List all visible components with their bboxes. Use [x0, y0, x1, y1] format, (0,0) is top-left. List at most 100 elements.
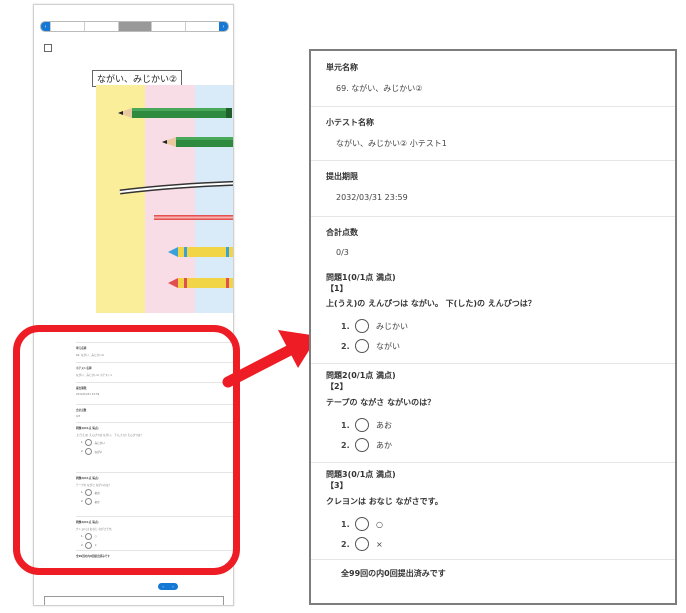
radio-circle-icon[interactable] — [355, 438, 369, 452]
pager-prev-icon[interactable]: ‹ — [162, 584, 164, 589]
mini-deadline: 提出期限 2032/03/31 23:59 — [76, 382, 233, 396]
thumbnail-tab-4[interactable] — [151, 22, 185, 31]
thumbnail-bottom-button[interactable] — [44, 596, 224, 605]
mini-deadline-label: 提出期限 — [76, 387, 87, 390]
question-1-heading: 問題1(0/1点 満点) — [326, 273, 396, 282]
q3-option-2-number: 2. — [341, 539, 350, 549]
deadline-value: 2032/03/31 23:59 — [336, 193, 408, 202]
thumbnail-tab-bar: ‹ › — [40, 21, 229, 32]
mini-q3-text: クレヨンは おなじ ながさです。 — [76, 528, 114, 531]
mini-test-value: ながい、みじかい② 小テスト1 — [76, 374, 112, 377]
mini-test-label: 小テスト名称 — [76, 367, 92, 370]
quiz-detail-panel: 単元名称 69. ながい、みじかい② 小テスト名称 ながい、みじかい② 小テスト… — [309, 49, 677, 605]
deadline-section: 提出期限 2032/03/31 23:59 — [311, 160, 675, 217]
radio-circle-icon[interactable] — [85, 542, 93, 549]
mini-question-3: 問題3(0/1点 満点) クレヨンは おなじ ながさです。 1. ○ 2. × — [76, 516, 233, 549]
thumbnail-checkbox[interactable] — [44, 44, 52, 52]
radio-circle-icon[interactable] — [85, 439, 93, 446]
next-arrow-icon[interactable]: › — [218, 22, 228, 31]
q3-option-2-label: × — [376, 539, 383, 549]
thumbnail-tab-3[interactable] — [117, 22, 152, 31]
mini-q3-option-1-label: ○ — [94, 535, 97, 538]
question-2-option-1[interactable]: 1. あお — [341, 418, 392, 432]
mini-q3-option-2-label: × — [94, 544, 97, 547]
radio-circle-icon[interactable] — [355, 418, 369, 432]
q2-option-1-number: 1. — [341, 420, 350, 430]
mini-q2-option-1-num: 1. — [81, 491, 84, 494]
radio-circle-icon[interactable] — [355, 319, 369, 333]
q2-option-2-label: あか — [376, 440, 392, 450]
question-1-option-2[interactable]: 2. ながい — [341, 339, 400, 353]
test-label: 小テスト名称 — [326, 118, 374, 127]
mini-q2-option-2-label: あか — [94, 500, 100, 504]
mini-q3-heading: 問題3(0/1点 満点) — [76, 521, 99, 524]
q1-option-1-number: 1. — [341, 321, 350, 331]
mini-footer-note: 全99回の内0回提出済みです — [76, 555, 110, 558]
score-value: 0/3 — [336, 248, 349, 257]
question-1-option-1[interactable]: 1. みじかい — [341, 319, 408, 333]
deadline-label: 提出期限 — [326, 172, 358, 181]
q3-option-1-number: 1. — [341, 519, 350, 529]
question-divider — [311, 363, 675, 364]
mini-footer: 全99回の内0回提出済みです — [76, 550, 233, 558]
mini-q3-option-1-num: 1. — [81, 535, 84, 538]
mini-q2-option-1-label: あお — [94, 491, 100, 495]
score-label: 合計点数 — [326, 228, 358, 237]
mini-q1-text: 上(うえ)の えんぴつは ながい。 下(した)の えんぴつは？ — [76, 434, 144, 437]
prev-arrow-icon[interactable]: ‹ — [41, 22, 50, 31]
question-2-option-2[interactable]: 2. あか — [341, 438, 392, 452]
mini-deadline-value: 2032/03/31 23:59 — [76, 393, 100, 396]
mini-score: 合計点数 0/3 — [76, 404, 233, 418]
mini-unit: 単元名称 69. ながい、みじかい② — [76, 342, 233, 357]
radio-circle-icon[interactable] — [85, 498, 93, 505]
question-3-number: 【3】 — [326, 481, 348, 490]
textbook-illustration — [96, 85, 233, 313]
radio-circle-icon[interactable] — [355, 517, 369, 531]
score-section: 合計点数 0/3 — [311, 216, 675, 264]
test-section: 小テスト名称 ながい、みじかい② 小テスト1 — [311, 106, 675, 161]
pager-next-icon[interactable]: › — [172, 584, 174, 589]
mini-q3-option-1[interactable]: 1. ○ — [81, 533, 233, 540]
mini-question-2: 問題2(0/1点 満点) テープの ながさ ながいのは？ 1. あお 2. あか — [76, 472, 233, 505]
mini-q2-option-2[interactable]: 2. あか — [81, 498, 233, 505]
mini-q1-option-1[interactable]: 1. みじかい — [81, 439, 233, 446]
question-3-option-2[interactable]: 2. × — [341, 537, 383, 551]
question-2-number: 【2】 — [326, 382, 348, 391]
radio-circle-icon[interactable] — [85, 448, 93, 455]
radio-circle-icon[interactable] — [355, 537, 369, 551]
radio-circle-icon[interactable] — [355, 339, 369, 353]
submission-count-note: 全99回の内0回提出済みです — [341, 569, 446, 578]
mini-quiz-panel: 単元名称 69. ながい、みじかい② 小テスト名称 ながい、みじかい② 小テスト… — [72, 338, 233, 558]
mini-q3-option-2[interactable]: 2. × — [81, 542, 233, 549]
unit-value: 69. ながい、みじかい② — [336, 84, 423, 93]
question-2-heading: 問題2(0/1点 満点) — [326, 371, 396, 380]
question-2-text: テープの ながさ ながいのは？ — [326, 398, 436, 407]
question-3-option-1[interactable]: 1. ○ — [341, 517, 383, 531]
thumbnail-tab-1[interactable] — [50, 22, 84, 31]
thumbnail-tab-2[interactable] — [83, 22, 118, 31]
mini-q1-heading: 問題1(0/1点 満点) — [76, 427, 99, 430]
red-arrow-icon — [222, 330, 318, 388]
q3-option-1-label: ○ — [376, 519, 383, 529]
q1-option-1-label: みじかい — [376, 321, 408, 331]
mini-q2-option-2-num: 2. — [81, 500, 84, 503]
radio-circle-icon[interactable] — [85, 489, 93, 496]
mini-test: 小テスト名称 ながい、みじかい② 小テスト1 — [76, 362, 233, 377]
mini-q1-option-2[interactable]: 2. ながい — [81, 448, 233, 455]
mini-q3-option-2-num: 2. — [81, 544, 84, 547]
mini-unit-label: 単元名称 — [76, 347, 87, 350]
mini-question-1: 問題1(0/1点 満点) 上(うえ)の えんぴつは ながい。 下(した)の えん… — [76, 422, 233, 455]
thumbnail-tab-5[interactable] — [185, 22, 219, 31]
mini-q1-option-2-num: 2. — [81, 450, 84, 453]
q2-option-2-number: 2. — [341, 440, 350, 450]
question-divider — [311, 559, 675, 560]
q1-option-2-label: ながい — [376, 341, 400, 351]
mini-unit-value: 69. ながい、みじかい② — [76, 354, 105, 357]
mini-pager[interactable]: ‹ › — [158, 583, 178, 590]
q1-option-2-number: 2. — [341, 341, 350, 351]
mini-q1-option-2-label: ながい — [94, 450, 103, 454]
q2-option-1-label: あお — [376, 420, 392, 430]
radio-circle-icon[interactable] — [85, 533, 93, 540]
test-value: ながい、みじかい② 小テスト1 — [336, 139, 447, 148]
mini-q2-option-1[interactable]: 1. あお — [81, 489, 233, 496]
